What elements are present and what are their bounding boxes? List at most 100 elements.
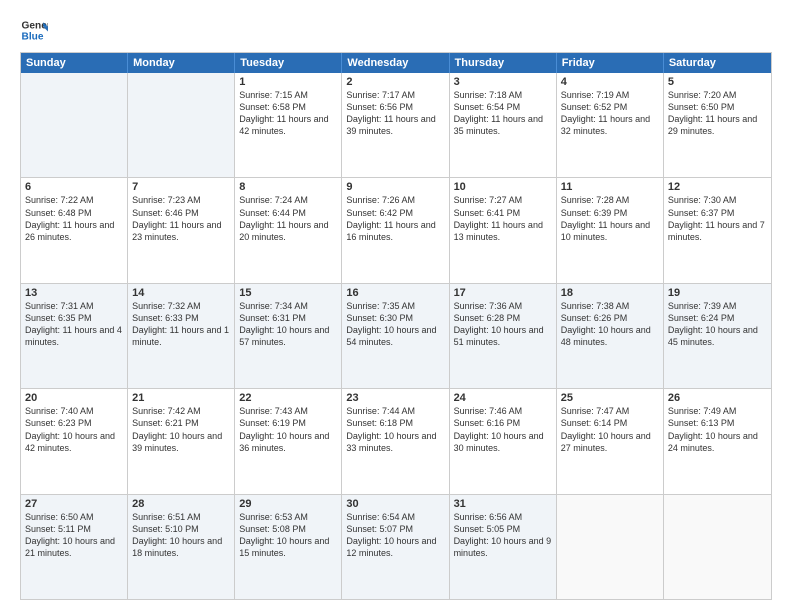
day-info: Sunrise: 7:26 AM Sunset: 6:42 PM Dayligh… (346, 194, 444, 243)
day-cell-11: 11Sunrise: 7:28 AM Sunset: 6:39 PM Dayli… (557, 178, 664, 282)
day-cell-22: 22Sunrise: 7:43 AM Sunset: 6:19 PM Dayli… (235, 389, 342, 493)
day-cell-7: 7Sunrise: 7:23 AM Sunset: 6:46 PM Daylig… (128, 178, 235, 282)
day-cell-21: 21Sunrise: 7:42 AM Sunset: 6:21 PM Dayli… (128, 389, 235, 493)
day-cell-29: 29Sunrise: 6:53 AM Sunset: 5:08 PM Dayli… (235, 495, 342, 599)
day-number: 14 (132, 287, 230, 299)
day-info: Sunrise: 7:22 AM Sunset: 6:48 PM Dayligh… (25, 194, 123, 243)
day-number: 11 (561, 181, 659, 193)
day-cell-24: 24Sunrise: 7:46 AM Sunset: 6:16 PM Dayli… (450, 389, 557, 493)
calendar: SundayMondayTuesdayWednesdayThursdayFrid… (20, 52, 772, 600)
day-number: 21 (132, 392, 230, 404)
day-number: 13 (25, 287, 123, 299)
day-number: 16 (346, 287, 444, 299)
day-cell-27: 27Sunrise: 6:50 AM Sunset: 5:11 PM Dayli… (21, 495, 128, 599)
day-cell-15: 15Sunrise: 7:34 AM Sunset: 6:31 PM Dayli… (235, 284, 342, 388)
day-info: Sunrise: 6:51 AM Sunset: 5:10 PM Dayligh… (132, 511, 230, 560)
day-cell-12: 12Sunrise: 7:30 AM Sunset: 6:37 PM Dayli… (664, 178, 771, 282)
day-cell-10: 10Sunrise: 7:27 AM Sunset: 6:41 PM Dayli… (450, 178, 557, 282)
day-cell-20: 20Sunrise: 7:40 AM Sunset: 6:23 PM Dayli… (21, 389, 128, 493)
day-info: Sunrise: 7:23 AM Sunset: 6:46 PM Dayligh… (132, 194, 230, 243)
empty-cell (664, 495, 771, 599)
calendar-week-3: 13Sunrise: 7:31 AM Sunset: 6:35 PM Dayli… (21, 283, 771, 388)
header-day-tuesday: Tuesday (235, 53, 342, 73)
day-cell-16: 16Sunrise: 7:35 AM Sunset: 6:30 PM Dayli… (342, 284, 449, 388)
day-cell-14: 14Sunrise: 7:32 AM Sunset: 6:33 PM Dayli… (128, 284, 235, 388)
day-cell-23: 23Sunrise: 7:44 AM Sunset: 6:18 PM Dayli… (342, 389, 449, 493)
day-number: 22 (239, 392, 337, 404)
day-info: Sunrise: 7:49 AM Sunset: 6:13 PM Dayligh… (668, 405, 767, 454)
logo-icon: General Blue (20, 16, 48, 44)
header-day-wednesday: Wednesday (342, 53, 449, 73)
day-cell-1: 1Sunrise: 7:15 AM Sunset: 6:58 PM Daylig… (235, 73, 342, 177)
day-cell-17: 17Sunrise: 7:36 AM Sunset: 6:28 PM Dayli… (450, 284, 557, 388)
logo: General Blue (20, 16, 48, 44)
day-number: 31 (454, 498, 552, 510)
day-info: Sunrise: 6:54 AM Sunset: 5:07 PM Dayligh… (346, 511, 444, 560)
day-info: Sunrise: 7:39 AM Sunset: 6:24 PM Dayligh… (668, 300, 767, 349)
day-info: Sunrise: 7:31 AM Sunset: 6:35 PM Dayligh… (25, 300, 123, 349)
day-cell-2: 2Sunrise: 7:17 AM Sunset: 6:56 PM Daylig… (342, 73, 449, 177)
header: General Blue (20, 16, 772, 44)
day-number: 28 (132, 498, 230, 510)
day-info: Sunrise: 6:56 AM Sunset: 5:05 PM Dayligh… (454, 511, 552, 560)
day-info: Sunrise: 7:34 AM Sunset: 6:31 PM Dayligh… (239, 300, 337, 349)
day-cell-18: 18Sunrise: 7:38 AM Sunset: 6:26 PM Dayli… (557, 284, 664, 388)
day-info: Sunrise: 7:43 AM Sunset: 6:19 PM Dayligh… (239, 405, 337, 454)
day-number: 5 (668, 76, 767, 88)
day-number: 29 (239, 498, 337, 510)
day-cell-3: 3Sunrise: 7:18 AM Sunset: 6:54 PM Daylig… (450, 73, 557, 177)
day-number: 19 (668, 287, 767, 299)
svg-text:Blue: Blue (22, 31, 44, 42)
day-cell-31: 31Sunrise: 6:56 AM Sunset: 5:05 PM Dayli… (450, 495, 557, 599)
calendar-week-4: 20Sunrise: 7:40 AM Sunset: 6:23 PM Dayli… (21, 388, 771, 493)
page: General Blue SundayMondayTuesdayWednesda… (0, 0, 792, 612)
day-info: Sunrise: 7:40 AM Sunset: 6:23 PM Dayligh… (25, 405, 123, 454)
day-number: 4 (561, 76, 659, 88)
day-info: Sunrise: 7:28 AM Sunset: 6:39 PM Dayligh… (561, 194, 659, 243)
day-info: Sunrise: 7:42 AM Sunset: 6:21 PM Dayligh… (132, 405, 230, 454)
day-cell-8: 8Sunrise: 7:24 AM Sunset: 6:44 PM Daylig… (235, 178, 342, 282)
day-info: Sunrise: 6:53 AM Sunset: 5:08 PM Dayligh… (239, 511, 337, 560)
day-info: Sunrise: 7:27 AM Sunset: 6:41 PM Dayligh… (454, 194, 552, 243)
day-number: 23 (346, 392, 444, 404)
day-number: 17 (454, 287, 552, 299)
day-info: Sunrise: 7:46 AM Sunset: 6:16 PM Dayligh… (454, 405, 552, 454)
day-cell-26: 26Sunrise: 7:49 AM Sunset: 6:13 PM Dayli… (664, 389, 771, 493)
day-cell-9: 9Sunrise: 7:26 AM Sunset: 6:42 PM Daylig… (342, 178, 449, 282)
day-cell-6: 6Sunrise: 7:22 AM Sunset: 6:48 PM Daylig… (21, 178, 128, 282)
day-number: 10 (454, 181, 552, 193)
day-number: 8 (239, 181, 337, 193)
header-day-saturday: Saturday (664, 53, 771, 73)
day-info: Sunrise: 7:19 AM Sunset: 6:52 PM Dayligh… (561, 89, 659, 138)
calendar-header-row: SundayMondayTuesdayWednesdayThursdayFrid… (21, 53, 771, 73)
day-cell-28: 28Sunrise: 6:51 AM Sunset: 5:10 PM Dayli… (128, 495, 235, 599)
day-number: 2 (346, 76, 444, 88)
day-info: Sunrise: 7:32 AM Sunset: 6:33 PM Dayligh… (132, 300, 230, 349)
day-info: Sunrise: 7:38 AM Sunset: 6:26 PM Dayligh… (561, 300, 659, 349)
day-number: 3 (454, 76, 552, 88)
day-info: Sunrise: 7:20 AM Sunset: 6:50 PM Dayligh… (668, 89, 767, 138)
day-cell-5: 5Sunrise: 7:20 AM Sunset: 6:50 PM Daylig… (664, 73, 771, 177)
day-number: 1 (239, 76, 337, 88)
day-info: Sunrise: 7:35 AM Sunset: 6:30 PM Dayligh… (346, 300, 444, 349)
day-number: 25 (561, 392, 659, 404)
day-cell-30: 30Sunrise: 6:54 AM Sunset: 5:07 PM Dayli… (342, 495, 449, 599)
day-info: Sunrise: 6:50 AM Sunset: 5:11 PM Dayligh… (25, 511, 123, 560)
empty-cell (128, 73, 235, 177)
day-info: Sunrise: 7:18 AM Sunset: 6:54 PM Dayligh… (454, 89, 552, 138)
day-number: 6 (25, 181, 123, 193)
header-day-sunday: Sunday (21, 53, 128, 73)
day-number: 18 (561, 287, 659, 299)
day-info: Sunrise: 7:44 AM Sunset: 6:18 PM Dayligh… (346, 405, 444, 454)
day-number: 7 (132, 181, 230, 193)
day-cell-19: 19Sunrise: 7:39 AM Sunset: 6:24 PM Dayli… (664, 284, 771, 388)
day-info: Sunrise: 7:30 AM Sunset: 6:37 PM Dayligh… (668, 194, 767, 243)
calendar-week-5: 27Sunrise: 6:50 AM Sunset: 5:11 PM Dayli… (21, 494, 771, 599)
empty-cell (557, 495, 664, 599)
day-info: Sunrise: 7:17 AM Sunset: 6:56 PM Dayligh… (346, 89, 444, 138)
day-info: Sunrise: 7:47 AM Sunset: 6:14 PM Dayligh… (561, 405, 659, 454)
day-number: 30 (346, 498, 444, 510)
day-number: 20 (25, 392, 123, 404)
day-info: Sunrise: 7:24 AM Sunset: 6:44 PM Dayligh… (239, 194, 337, 243)
empty-cell (21, 73, 128, 177)
